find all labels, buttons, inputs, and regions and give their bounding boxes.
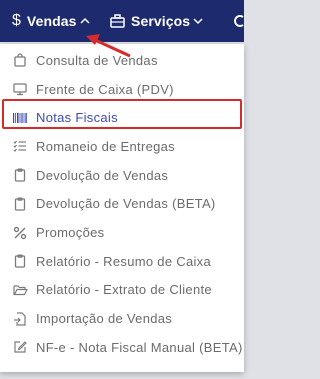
menu-item-label: Frente de Caixa (PDV) [36,81,174,97]
chevron-down-icon [193,17,203,25]
menu-item-label: Romaneio de Entregas [36,138,175,154]
vendas-dropdown-menu: Consulta de Vendas Frente de Caixa (PDV)… [0,44,244,372]
edit-icon [8,340,32,354]
menu-item-devolucao-de-vendas[interactable]: Devolução de Vendas [0,161,244,190]
top-navbar: $ Vendas Serviços [0,0,244,42]
menu-item-label: Devolução de Vendas (BETA) [36,196,216,212]
menu-item-promocoes[interactable]: Promoções [0,218,244,247]
menu-item-devolucao-de-vendas-beta[interactable]: Devolução de Vendas (BETA) [0,190,244,219]
briefcase-icon [110,14,125,28]
file-import-icon [8,312,32,326]
highlight-box [2,99,242,129]
menu-item-romaneio-de-entregas[interactable]: Romaneio de Entregas [0,132,244,161]
folder-open-icon [8,283,32,297]
nav-more[interactable] [234,0,244,42]
nav-vendas-label: Vendas [26,13,77,29]
clipboard-icon [8,197,32,211]
nav-servicos[interactable]: Serviços [110,0,203,42]
monitor-icon [8,82,32,96]
partial-menu-icon [234,14,244,28]
menu-item-label: NF-e - Nota Fiscal Manual (BETA) [36,339,243,355]
dollar-icon: $ [12,12,21,29]
menu-item-label: Relatório - Extrato de Cliente [36,282,212,298]
clipboard-icon [8,254,32,268]
menu-item-label: Consulta de Vendas [36,52,158,68]
nav-servicos-label: Serviços [131,13,191,29]
shopping-bag-icon [8,53,32,67]
menu-item-importacao-de-vendas[interactable]: Importação de Vendas [0,304,244,333]
menu-item-label: Importação de Vendas [36,311,173,327]
list-check-icon [8,139,32,153]
clipboard-icon [8,168,32,182]
menu-item-label: Relatório - Resumo de Caixa [36,253,212,269]
menu-item-relatorio-resumo-de-caixa[interactable]: Relatório - Resumo de Caixa [0,247,244,276]
menu-item-consulta-de-vendas[interactable]: Consulta de Vendas [0,46,244,75]
menu-item-label: Devolução de Vendas [36,167,169,183]
menu-item-relatorio-extrato-de-cliente[interactable]: Relatório - Extrato de Cliente [0,276,244,305]
menu-item-label: Promoções [36,225,105,241]
percent-icon [8,226,32,240]
nav-vendas[interactable]: $ Vendas [12,0,90,42]
menu-item-nfe-nota-fiscal-manual[interactable]: NF-e - Nota Fiscal Manual (BETA) [0,333,244,362]
chevron-up-icon [80,17,90,25]
